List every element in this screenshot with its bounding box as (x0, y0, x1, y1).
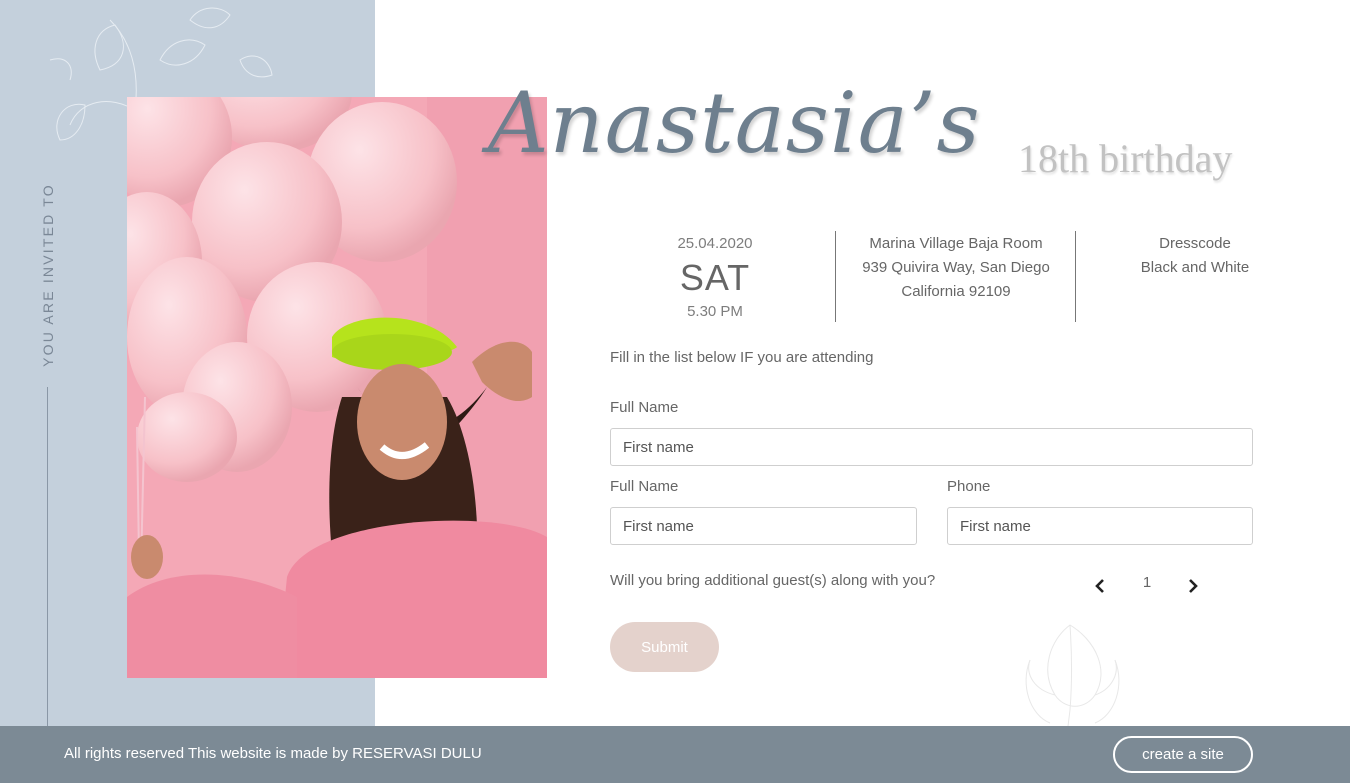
invite-label: YOU ARE INVITED TO (40, 183, 56, 367)
footer-credit: All rights reserved This website is made… (64, 745, 482, 762)
dresscode-value: Black and White (1140, 259, 1250, 276)
info-divider (835, 231, 836, 322)
create-site-button[interactable]: create a site (1113, 736, 1253, 773)
venue-name: Marina Village Baja Room (869, 235, 1043, 252)
submit-button[interactable]: Submit (610, 622, 719, 672)
guest-name-input[interactable] (610, 507, 917, 545)
full-name-input[interactable] (610, 428, 1253, 466)
event-date-block: 25.04.2020 SAT 5.30 PM (615, 232, 815, 324)
event-venue-block: Marina Village Baja Room 939 Quivira Way… (845, 232, 1067, 304)
vertical-divider (47, 387, 48, 726)
floral-decoration-icon (1025, 624, 1120, 726)
dresscode-block: Dresscode Black and White (1100, 232, 1290, 280)
guest-name-label: Full Name (610, 478, 679, 495)
event-day: SAT (679, 257, 751, 298)
guests-count: 1 (1142, 574, 1152, 591)
dresscode-label: Dresscode (1159, 235, 1231, 252)
girl-with-balloons-image (127, 97, 547, 678)
increment-button[interactable] (1183, 576, 1203, 596)
title-subtitle: 18th birthday (1018, 136, 1233, 181)
chevron-right-icon (1189, 579, 1198, 593)
hero-photo (127, 97, 547, 678)
venue-street: 939 Quivira Way, San Diego (862, 259, 1050, 276)
phone-input[interactable] (947, 507, 1253, 545)
form-intro: Fill in the list below IF you are attend… (610, 349, 874, 366)
chevron-left-icon (1095, 579, 1104, 593)
event-date: 25.04.2020 (677, 235, 753, 252)
event-time: 5.30 PM (687, 303, 743, 320)
info-divider (1075, 231, 1076, 322)
full-name-label: Full Name (610, 399, 679, 416)
decrement-button[interactable] (1090, 576, 1110, 596)
phone-label: Phone (947, 478, 991, 495)
venue-city: California 92109 (901, 283, 1011, 300)
footer: All rights reserved This website is made… (0, 726, 1350, 783)
guests-question: Will you bring additional guest(s) along… (610, 572, 936, 589)
title-name: Anastasia’s (488, 74, 981, 172)
